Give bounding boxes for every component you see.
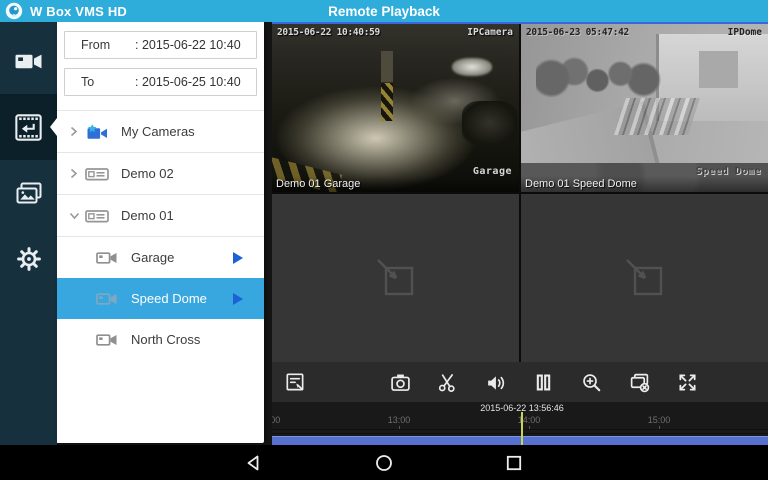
nvr-device-icon (85, 207, 109, 225)
osd-device-name: IPCamera (467, 27, 513, 38)
play-channel-icon[interactable] (233, 293, 243, 305)
digital-zoom-button[interactable] (579, 370, 603, 394)
top-bar: W Box VMS HD Remote Playback (0, 0, 768, 22)
tree-item-garage[interactable]: Garage (57, 237, 264, 278)
play-channel-icon[interactable] (233, 252, 243, 264)
event-list-button[interactable] (283, 370, 307, 394)
timeline-tick-label: 15:00 (648, 415, 671, 425)
close-all-button[interactable] (627, 370, 651, 394)
video-grid: 2015-06-22 10:40:59 IPCamera Garage Demo… (272, 24, 768, 362)
drop-channel-placeholder-icon (622, 255, 668, 301)
tree-item-speed-dome[interactable]: Speed Dome (57, 278, 264, 319)
sidebar-item-media-files[interactable] (0, 160, 57, 226)
chevron-right-icon[interactable] (66, 126, 82, 137)
gear-icon (16, 246, 42, 272)
video-camera-icon (15, 52, 42, 71)
video-cell-garage[interactable]: 2015-06-22 10:40:59 IPCamera Garage Demo… (272, 24, 519, 192)
timeline-gridline (272, 429, 768, 430)
timeline-playhead[interactable] (521, 412, 523, 445)
from-field[interactable]: From : 2015-06-22 10:40 (64, 31, 257, 59)
camera-icon (95, 250, 119, 266)
channel-label: Demo 01 Garage (272, 176, 519, 192)
channel-label: Demo 01 Speed Dome (521, 176, 768, 192)
video-cell-empty[interactable] (272, 194, 519, 362)
app-logo-icon (5, 2, 23, 20)
video-cell-speed-dome[interactable]: 2015-06-23 05:47:42 IPDome Speed Dome De… (521, 24, 768, 192)
snapshot-button[interactable] (388, 370, 412, 394)
tree-item-north-cross[interactable]: North Cross (57, 319, 264, 360)
tree-item-label: Demo 01 (121, 208, 174, 223)
back-button[interactable] (244, 453, 264, 473)
tree-item-label: Speed Dome (131, 291, 207, 306)
pause-button[interactable] (531, 370, 555, 394)
tree-item-label: My Cameras (121, 124, 195, 139)
tree-item-label: Demo 02 (121, 166, 174, 181)
clip-button[interactable] (435, 370, 459, 394)
osd-timestamp: 2015-06-23 05:47:42 (526, 27, 629, 38)
from-value: : 2015-06-22 10:40 (135, 38, 241, 52)
playback-filmstrip-icon (15, 114, 42, 141)
tree-item-demo-01[interactable]: Demo 01 (57, 195, 264, 237)
timeline-gridline (272, 433, 768, 434)
playback-search-panel: From : 2015-06-22 10:40 To : 2015-06-25 … (57, 22, 264, 443)
sidebar-item-settings[interactable] (0, 226, 57, 292)
tree-item-my-cameras[interactable]: My Cameras (57, 111, 264, 153)
camera-tree: My Cameras Demo 02 (57, 110, 264, 360)
app-screen: W Box VMS HD Remote Playback (0, 0, 768, 480)
chevron-right-icon[interactable] (66, 168, 82, 179)
chevron-down-icon[interactable] (66, 212, 82, 220)
sidebar (0, 22, 57, 445)
fullscreen-button[interactable] (675, 370, 699, 394)
app-title: W Box VMS HD (30, 4, 127, 19)
recorded-footage-track[interactable] (272, 436, 768, 445)
from-label: From (81, 38, 125, 52)
nvr-device-icon (85, 165, 109, 183)
tree-item-demo-02[interactable]: Demo 02 (57, 153, 264, 195)
favorite-camera-icon (85, 124, 109, 140)
osd-device-name: IPDome (728, 27, 762, 38)
playback-toolbar (272, 362, 768, 402)
sidebar-item-remote-playback[interactable] (0, 94, 57, 160)
home-button[interactable] (374, 453, 394, 473)
tree-item-label: North Cross (131, 332, 200, 347)
to-label: To (81, 75, 125, 89)
tree-item-label: Garage (131, 250, 174, 265)
camera-icon (95, 332, 119, 348)
drop-channel-placeholder-icon (373, 255, 419, 301)
camera-icon (95, 291, 119, 307)
to-field[interactable]: To : 2015-06-25 10:40 (64, 68, 257, 96)
pictures-icon (16, 182, 42, 205)
to-value: : 2015-06-25 10:40 (135, 75, 241, 89)
playback-timeline[interactable]: 2015-06-22 13:56:46 12:00 13:00 14:00 15… (272, 402, 768, 445)
timeline-tick-label: 12:00 (272, 415, 280, 425)
timeline-tick-label: 13:00 (388, 415, 411, 425)
android-nav-bar (0, 445, 768, 480)
playback-area: 2015-06-22 10:40:59 IPCamera Garage Demo… (272, 22, 768, 445)
audio-button[interactable] (483, 370, 507, 394)
playhead-timestamp: 2015-06-22 13:56:46 (480, 403, 564, 413)
video-cell-empty[interactable] (521, 194, 768, 362)
recents-button[interactable] (504, 453, 524, 473)
osd-timestamp: 2015-06-22 10:40:59 (277, 27, 380, 38)
sidebar-item-live-view[interactable] (0, 28, 57, 94)
